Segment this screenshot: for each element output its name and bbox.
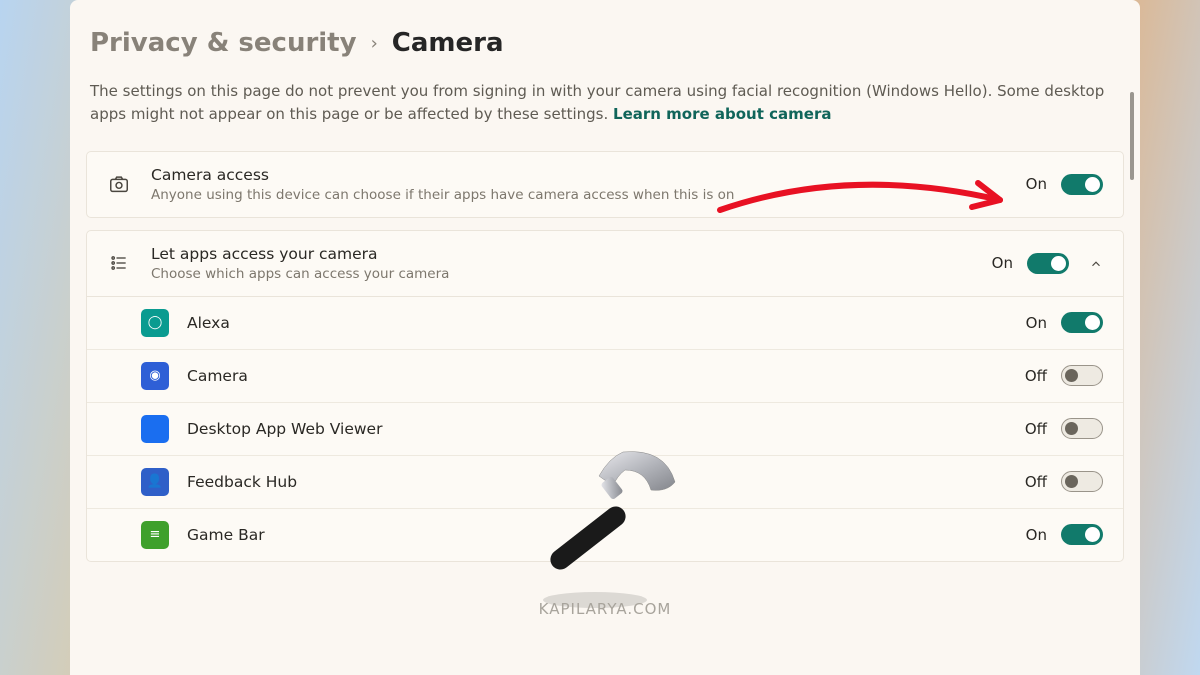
app-name: Desktop App Web Viewer: [187, 420, 1007, 438]
watermark-text: KAPILARYA.COM: [539, 600, 672, 618]
breadcrumb-current: Camera: [392, 28, 504, 58]
app-row: Desktop App Web Viewer Off: [87, 402, 1123, 455]
let-apps-toggle[interactable]: [1027, 253, 1069, 274]
app-row: 👤 Feedback Hub Off: [87, 455, 1123, 508]
app-icon: [141, 415, 169, 443]
app-name: Camera: [187, 367, 1007, 385]
intro-text: The settings on this page do not prevent…: [70, 62, 1140, 141]
app-toggle[interactable]: [1061, 524, 1103, 545]
settings-panel: Privacy & security › Camera The settings…: [70, 0, 1140, 675]
let-apps-title: Let apps access your camera: [151, 245, 972, 263]
app-name: Alexa: [187, 314, 1008, 332]
app-icon: 👤: [141, 468, 169, 496]
app-toggle-state: Off: [1025, 367, 1047, 385]
app-toggle-state: Off: [1025, 473, 1047, 491]
app-row: ≡ Game Bar On: [87, 508, 1123, 561]
let-apps-subtitle: Choose which apps can access your camera: [151, 266, 972, 282]
app-icon: ◉: [141, 362, 169, 390]
app-row: ◉ Camera Off: [87, 349, 1123, 402]
app-row: ◯ Alexa On: [87, 297, 1123, 349]
app-toggle[interactable]: [1061, 365, 1103, 386]
app-icon: ◯: [141, 309, 169, 337]
app-icon: ≡: [141, 521, 169, 549]
camera-access-toggle[interactable]: [1061, 174, 1103, 195]
camera-access-title: Camera access: [151, 166, 1006, 184]
intro-body: The settings on this page do not prevent…: [90, 82, 1104, 123]
let-apps-card[interactable]: Let apps access your camera Choose which…: [86, 230, 1124, 297]
camera-icon: [107, 172, 131, 196]
camera-access-subtitle: Anyone using this device can choose if t…: [151, 187, 1006, 203]
app-name: Game Bar: [187, 526, 1008, 544]
app-toggle-state: On: [1026, 526, 1047, 544]
chevron-right-icon: ›: [371, 33, 378, 54]
camera-access-card: Camera access Anyone using this device c…: [86, 151, 1124, 218]
learn-more-link[interactable]: Learn more about camera: [613, 105, 831, 123]
camera-access-state: On: [1026, 175, 1047, 193]
scrollbar[interactable]: [1130, 92, 1134, 180]
app-toggle-state: On: [1026, 314, 1047, 332]
app-toggle-state: Off: [1025, 420, 1047, 438]
app-toggle[interactable]: [1061, 312, 1103, 333]
app-toggle[interactable]: [1061, 471, 1103, 492]
chevron-up-icon[interactable]: [1089, 256, 1103, 270]
let-apps-state: On: [992, 254, 1013, 272]
apps-list: ◯AlexaOn◉CameraOffDesktop App Web Viewer…: [86, 297, 1124, 562]
app-name: Feedback Hub: [187, 473, 1007, 491]
breadcrumb-parent[interactable]: Privacy & security: [90, 28, 357, 58]
breadcrumb: Privacy & security › Camera: [70, 28, 1140, 62]
list-icon: [107, 251, 131, 275]
app-toggle[interactable]: [1061, 418, 1103, 439]
